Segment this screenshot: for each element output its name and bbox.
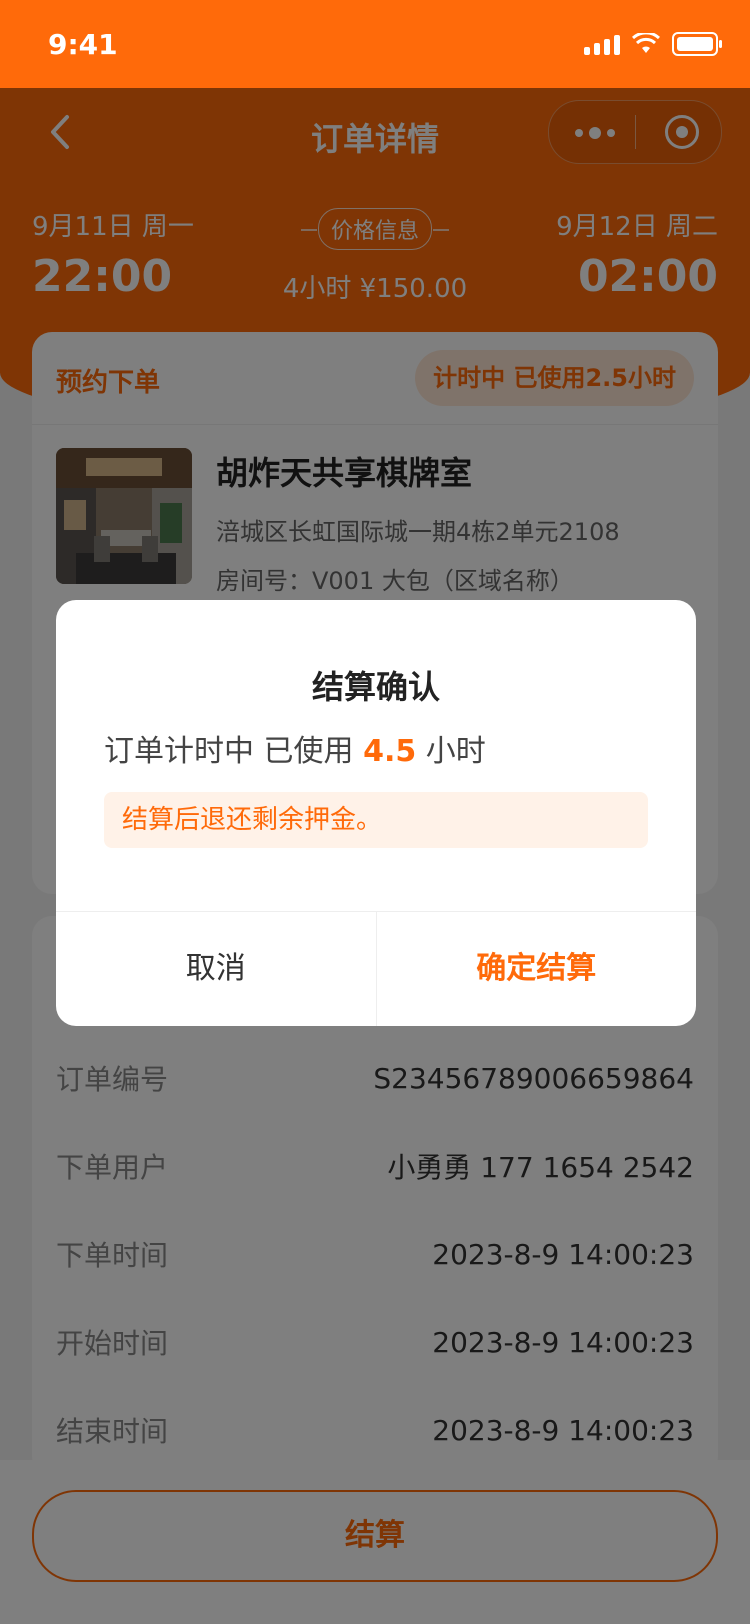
- status-icons: [584, 32, 722, 56]
- dialog-actions: 取消 确定结算: [56, 911, 696, 1026]
- wifi-icon: [632, 33, 660, 53]
- battery-icon: [672, 32, 722, 56]
- used-hours: 4.5: [363, 734, 417, 769]
- dialog-message: 订单计时中 已使用 4.5 小时: [104, 726, 486, 770]
- dialog-text-prefix: 订单计时中 已使用: [104, 734, 364, 769]
- dialog-text-suffix: 小时: [416, 734, 486, 769]
- cancel-button[interactable]: 取消: [56, 912, 377, 1026]
- status-time: 9:41: [48, 28, 118, 61]
- settle-confirm-dialog: 结算确认 订单计时中 已使用 4.5 小时 结算后退还剩余押金。 取消 确定结算: [56, 600, 696, 1026]
- dialog-tip: 结算后退还剩余押金。: [104, 792, 648, 848]
- status-bar: 9:41: [0, 0, 750, 88]
- dialog-title: 结算确认: [311, 668, 440, 706]
- confirm-settle-button[interactable]: 确定结算: [377, 912, 697, 1026]
- signal-icon: [584, 33, 620, 55]
